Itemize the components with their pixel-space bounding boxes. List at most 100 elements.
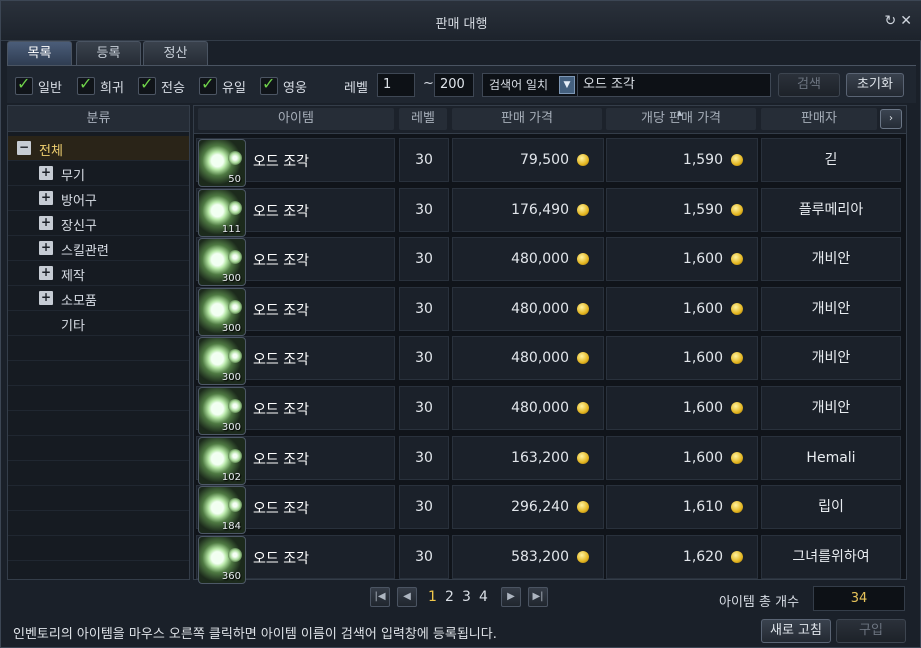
table-header: 아이템 레벨 판매 가격 ▲ 개당 판매 가격 판매자 › <box>194 106 906 134</box>
tab-settlement[interactable]: 정산 <box>143 41 208 65</box>
od-fragment-icon[interactable]: 300 <box>198 287 246 336</box>
search-input[interactable]: 오드 조각 <box>577 73 771 97</box>
item-name: 오드 조각 <box>253 203 309 220</box>
expand-icon[interactable]: + <box>39 216 53 230</box>
expand-icon[interactable]: + <box>39 191 53 205</box>
gold-coin-icon <box>731 402 743 414</box>
page-next-button[interactable]: ▶ <box>501 587 521 607</box>
od-fragment-icon[interactable]: 184 <box>198 486 246 535</box>
gem-glow <box>228 151 242 165</box>
column-header-level[interactable]: 레벨 <box>399 108 447 130</box>
item-seller: 립이 <box>761 485 901 530</box>
item-quantity: 111 <box>221 223 241 235</box>
gem-glow <box>228 448 242 463</box>
od-fragment-icon[interactable]: 300 <box>198 387 246 435</box>
gem-glow <box>228 200 242 215</box>
column-header-seller[interactable]: 판매자 <box>761 108 877 130</box>
category-item-all[interactable]: − 전체 <box>8 136 189 161</box>
page-number-2[interactable]: 2 <box>445 589 454 605</box>
table-row[interactable]: 300 오드 조각 30 480,000 1,600 개비안 <box>196 235 904 287</box>
page-number-3[interactable]: 3 <box>462 589 471 605</box>
grade-checkbox-normal[interactable]: ✓ 일반 <box>15 74 75 96</box>
item-seller: 개비안 <box>761 386 901 430</box>
column-header-item[interactable]: 아이템 <box>198 108 394 130</box>
table-row[interactable]: 184 오드 조각 30 296,240 1,610 립이 <box>196 483 904 535</box>
match-mode-select[interactable]: 검색어 일치 ▼ <box>482 73 578 97</box>
item-unit-price: 1,600 <box>606 286 758 331</box>
grade-checkbox-rare[interactable]: ✓ 희귀 <box>77 74 137 96</box>
gold-coin-icon <box>577 550 589 563</box>
collapse-icon[interactable]: − <box>17 141 31 155</box>
refresh-list-button[interactable]: 새로 고침 <box>761 619 831 643</box>
od-fragment-icon[interactable]: 300 <box>198 238 246 287</box>
search-button[interactable]: 검색 <box>778 73 840 97</box>
item-cell: 50 오드 조각 <box>196 138 395 187</box>
od-fragment-icon[interactable]: 50 <box>198 139 246 187</box>
category-item-armor[interactable]: + 방어구 <box>8 186 189 211</box>
table-row[interactable]: 50 오드 조각 30 79,500 1,590 긷 <box>196 136 904 187</box>
tab-list[interactable]: 목록 <box>7 41 72 65</box>
more-columns-button[interactable]: › <box>880 109 902 129</box>
category-item-weapon[interactable]: + 무기 <box>8 161 189 186</box>
item-seller: 긷 <box>761 138 901 182</box>
grade-checkbox-heroic[interactable]: ✓ 영웅 <box>260 74 320 96</box>
level-min-input[interactable]: 1 <box>377 73 415 97</box>
category-item-skill[interactable]: + 스킬관련 <box>8 236 189 261</box>
page-prev-button[interactable]: ◀ <box>397 587 417 607</box>
table-row[interactable]: 360 오드 조각 30 583,200 1,620 그녀를위하여 <box>196 533 904 584</box>
item-quantity: 50 <box>228 174 241 185</box>
gold-coin-icon <box>731 302 743 315</box>
gold-coin-icon <box>731 154 743 166</box>
reset-button[interactable]: 초기화 <box>846 73 904 97</box>
grade-checkbox-legend[interactable]: ✓ 전승 <box>138 74 198 96</box>
expand-icon[interactable]: + <box>39 241 53 255</box>
item-unit-price: 1,620 <box>606 534 758 579</box>
od-fragment-icon[interactable]: 102 <box>198 436 246 485</box>
window-title: 판매 대행 <box>435 17 488 32</box>
close-icon[interactable]: ✕ <box>900 13 912 29</box>
column-header-price[interactable]: 판매 가격 <box>452 108 602 130</box>
category-item-consumable[interactable]: + 소모품 <box>8 286 189 311</box>
page-last-button[interactable]: ▶| <box>528 587 548 607</box>
item-name: 오드 조각 <box>253 501 309 518</box>
table-row[interactable]: 111 오드 조각 30 176,490 1,590 플루메리아 <box>196 186 904 237</box>
item-seller: 플루메리아 <box>761 187 901 232</box>
od-fragment-icon[interactable]: 360 <box>198 535 246 584</box>
table-row[interactable]: 300 오드 조각 30 480,000 1,600 개비안 <box>196 334 904 386</box>
table-row[interactable]: 300 오드 조각 30 480,000 1,600 개비안 <box>196 384 904 435</box>
title-bar[interactable]: 판매 대행 ↻ ✕ <box>1 1 921 41</box>
buy-button[interactable]: 구입 <box>836 619 906 643</box>
gold-coin-icon <box>731 451 743 464</box>
expand-icon[interactable]: + <box>39 266 53 280</box>
category-item-accessory[interactable]: + 장신구 <box>8 211 189 236</box>
category-item-etc[interactable]: 기타 <box>8 311 189 336</box>
column-header-unit-price[interactable]: ▲ 개당 판매 가격 <box>606 108 756 130</box>
grade-checkbox-unique[interactable]: ✓ 유일 <box>199 74 259 96</box>
od-fragment-icon[interactable]: 300 <box>198 337 246 386</box>
hint-text: 인벤토리의 아이템을 마우스 오른쪽 클릭하면 아이템 이름이 검색어 입력창에… <box>13 627 497 642</box>
item-cell: 300 오드 조각 <box>196 286 395 336</box>
chevron-down-icon[interactable]: ▼ <box>559 76 575 94</box>
table-row[interactable]: 102 오드 조각 30 163,200 1,600 Hemali <box>196 434 904 485</box>
page-number-4[interactable]: 4 <box>479 589 488 605</box>
item-cell: 300 오드 조각 <box>196 336 395 386</box>
category-item-craft[interactable]: + 제작 <box>8 261 189 286</box>
page-first-button[interactable]: |◀ <box>370 587 390 607</box>
od-fragment-icon[interactable]: 111 <box>198 188 246 237</box>
expand-icon[interactable]: + <box>39 291 53 305</box>
gold-coin-icon <box>577 352 589 365</box>
tab-register[interactable]: 등록 <box>76 41 141 65</box>
expand-icon[interactable]: + <box>39 166 53 180</box>
match-mode-value: 검색어 일치 <box>489 78 549 92</box>
item-level: 30 <box>399 336 449 381</box>
page-number-1[interactable]: 1 <box>428 589 437 605</box>
filter-bar: ✓ 일반 ✓ 희귀 ✓ 전승 ✓ 유일 ✓ 영웅 레벨 1 ~ 200 검색어 … <box>7 65 916 103</box>
gold-coin-icon <box>577 302 589 315</box>
grade-label: 전승 <box>161 81 185 96</box>
item-unit-price-value: 1,600 <box>682 300 723 317</box>
gold-coin-icon <box>577 154 589 166</box>
table-row[interactable]: 300 오드 조각 30 480,000 1,600 개비안 <box>196 285 904 336</box>
refresh-icon[interactable]: ↻ <box>885 13 897 29</box>
gold-coin-icon <box>577 203 589 216</box>
level-max-input[interactable]: 200 <box>434 73 474 97</box>
